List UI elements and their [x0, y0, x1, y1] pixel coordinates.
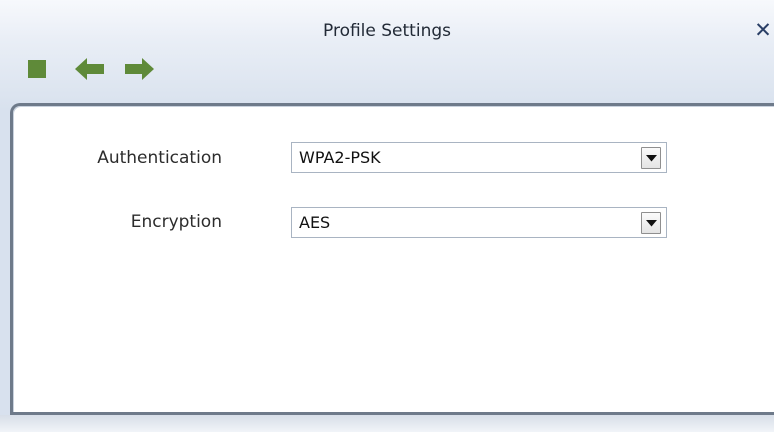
close-button[interactable]: ✕	[751, 18, 774, 42]
encryption-dropdown[interactable]: AES	[291, 207, 667, 238]
forward-button[interactable]	[124, 58, 154, 80]
authentication-value: WPA2-PSK	[299, 148, 381, 167]
forward-arrow-icon	[125, 58, 154, 80]
profile-settings-window: Profile Settings ✕ Authentication WPA2-P…	[0, 0, 774, 432]
window-title: Profile Settings	[323, 21, 451, 41]
authentication-dropdown-button[interactable]	[641, 147, 661, 169]
authentication-label: Authentication	[97, 148, 222, 168]
encryption-label: Encryption	[130, 212, 222, 232]
chevron-down-icon	[646, 220, 657, 227]
chevron-down-icon	[646, 155, 657, 162]
back-arrow-icon	[75, 58, 104, 80]
authentication-dropdown[interactable]: WPA2-PSK	[291, 142, 667, 173]
encryption-value: AES	[299, 213, 331, 232]
window-bottom-edge	[0, 415, 774, 432]
encryption-dropdown-button[interactable]	[641, 212, 661, 234]
back-button[interactable]	[75, 58, 105, 80]
stop-icon	[28, 60, 46, 78]
stop-button[interactable]	[27, 60, 47, 78]
